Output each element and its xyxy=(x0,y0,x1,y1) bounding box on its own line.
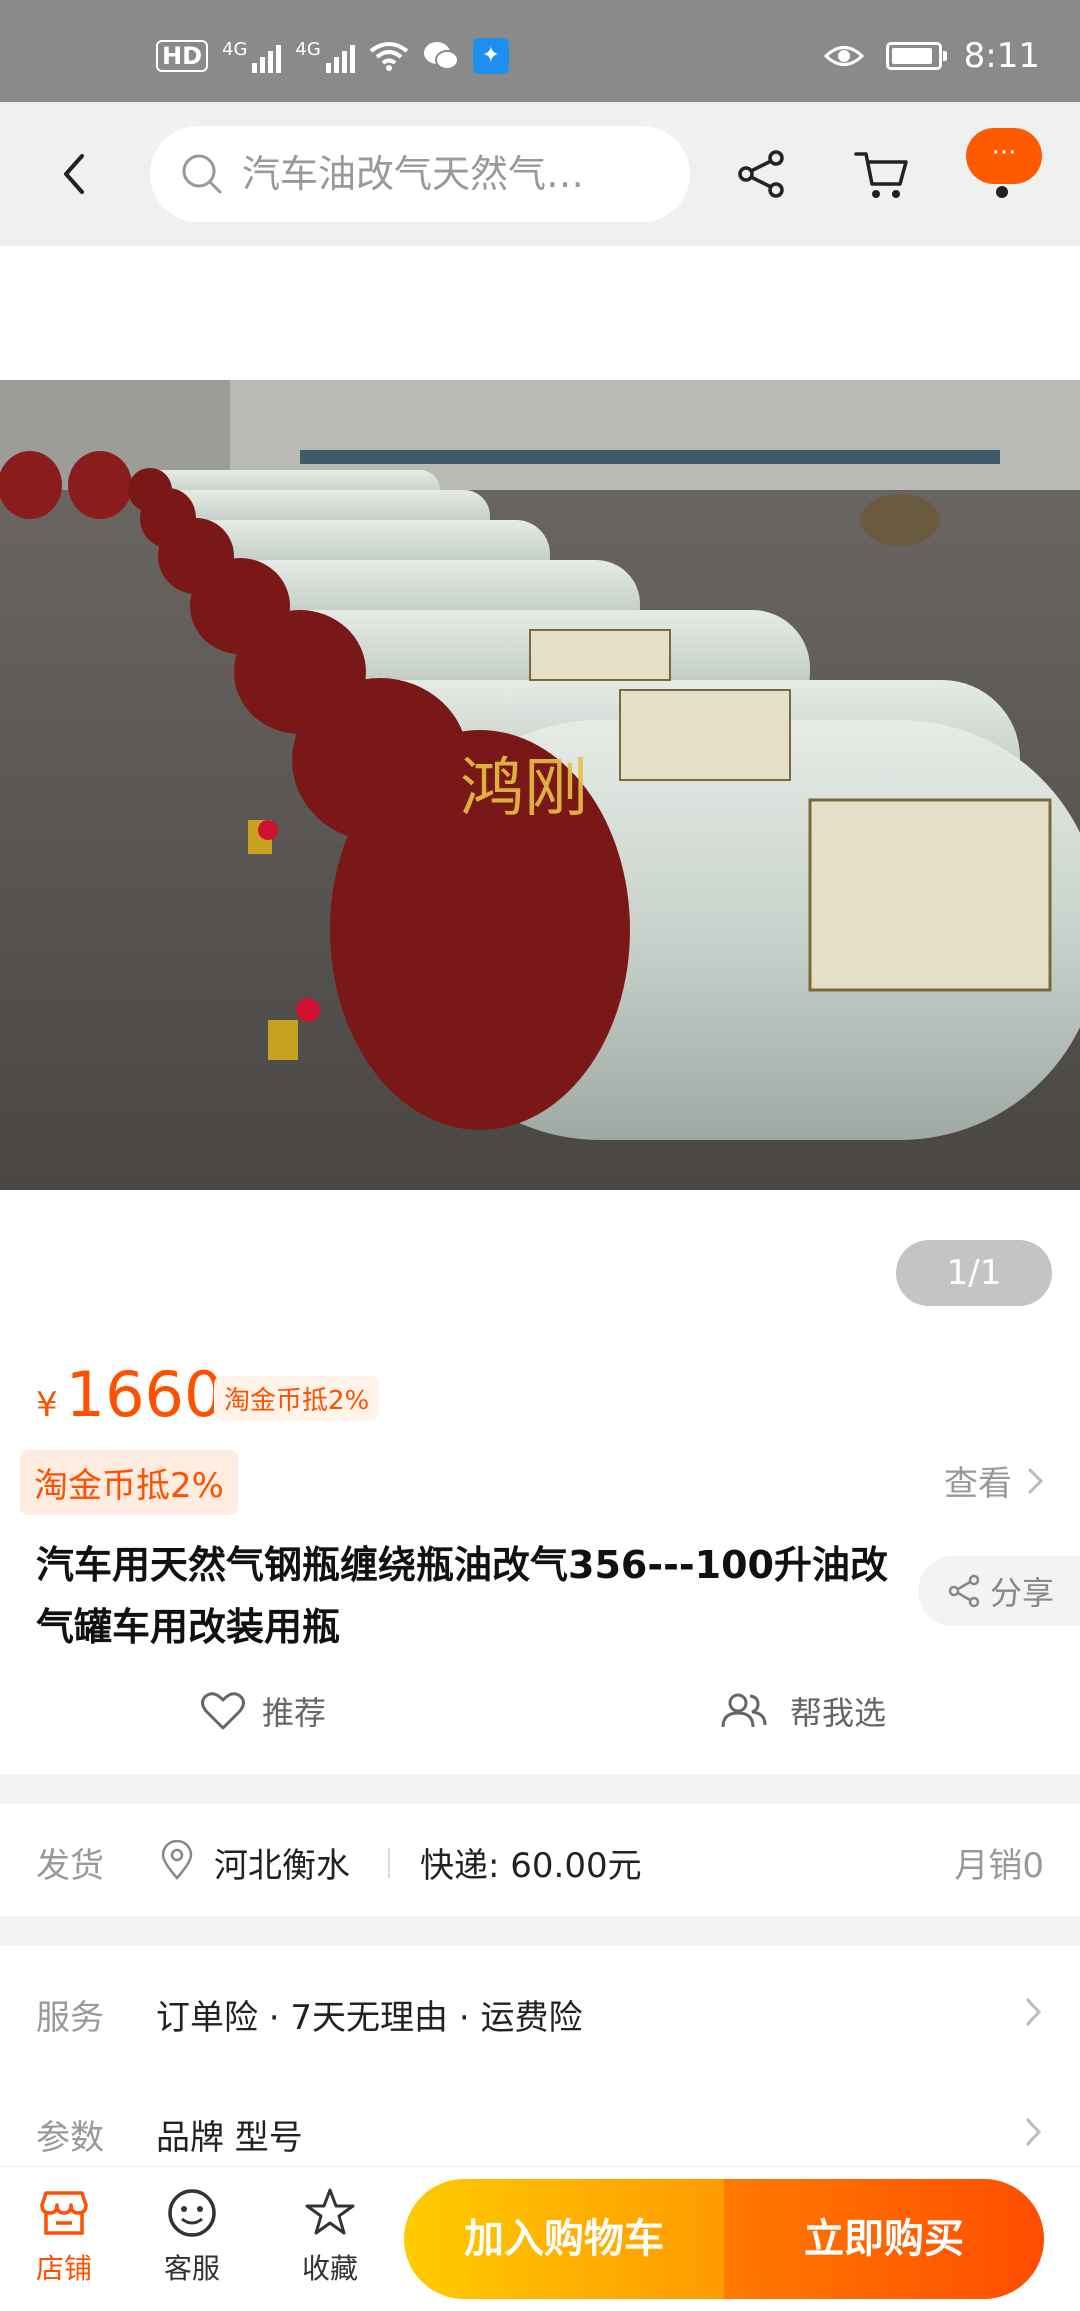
chat-face-icon xyxy=(168,2189,216,2237)
product-title: 汽车用天然气钢瓶缠绕瓶油改气356---100升油改气罐车用改装用瓶 xyxy=(36,1543,888,1649)
favorite-tab[interactable]: 收藏 xyxy=(280,2185,380,2287)
favorite-label: 收藏 xyxy=(301,2252,358,2285)
people-icon xyxy=(721,1693,767,1728)
monthly-sales: 月销0 xyxy=(954,1846,1044,1886)
clock: 8:11 xyxy=(963,36,1040,76)
shipping-row[interactable]: 发货 河北衡水 快递: 60.00元 月销0 xyxy=(0,1804,1080,1916)
chevron-right-icon xyxy=(1025,2117,1042,2147)
chevron-right-icon xyxy=(1025,1997,1042,2027)
status-bar: HD 4G 4G ✦ 8:11 xyxy=(0,0,1080,102)
divider xyxy=(388,1848,390,1878)
search-icon xyxy=(182,154,222,194)
shipping-label: 发货 xyxy=(36,1846,104,1886)
customer-service-label: 客服 xyxy=(163,2252,220,2285)
star-icon xyxy=(305,2188,355,2235)
product-photo[interactable]: 鸿刚 xyxy=(0,380,1080,1190)
top-nav-bar: 汽车油改气天然气… ··· xyxy=(0,102,1080,246)
store-icon xyxy=(40,2191,88,2235)
network-type-label-2: 4G xyxy=(295,39,321,60)
more-menu-button[interactable]: ··· xyxy=(966,128,1042,184)
watermark-text: 鸿刚 xyxy=(460,752,588,826)
price: ¥ 1660 xyxy=(36,1358,223,1431)
currency-symbol: ¥ xyxy=(36,1385,58,1425)
search-query-text: 汽车油改气天然气… xyxy=(242,152,585,196)
recommend-button[interactable]: 推荐 xyxy=(200,1688,326,1734)
params-value: 品牌 型号 xyxy=(156,2118,303,2158)
product-info: ¥ 1660 淘金币抵2% 淘金币抵2% 查看 汽车用天然气钢瓶缠绕瓶油改气35… xyxy=(0,1344,1080,1774)
share-label: 分享 xyxy=(990,1574,1055,1612)
coupon-badge[interactable]: 淘金币抵2% xyxy=(20,1450,238,1515)
service-row[interactable]: 服务 订单险 · 7天无理由 · 运费险 xyxy=(0,1966,1080,2066)
notification-dot xyxy=(996,186,1008,198)
ship-from-location: 河北衡水 xyxy=(214,1846,350,1886)
coupon-tag: 淘金币抵2% xyxy=(214,1376,380,1421)
price-value: 1660 xyxy=(65,1358,224,1431)
service-label: 服务 xyxy=(36,1998,104,2038)
location-pin-icon xyxy=(161,1840,193,1880)
share-icon-small xyxy=(948,1574,980,1608)
bulb-icon: ✦ xyxy=(472,38,509,74)
params-label: 参数 xyxy=(36,2118,104,2158)
help-choose-label: 帮我选 xyxy=(790,1694,887,1732)
battery-icon xyxy=(885,42,947,70)
wifi-icon xyxy=(369,42,409,71)
share-icon[interactable] xyxy=(734,146,790,202)
service-value: 订单险 · 7天无理由 · 运费险 xyxy=(156,1998,583,2038)
recommend-label: 推荐 xyxy=(262,1694,327,1732)
hd-badge: HD xyxy=(156,40,209,72)
share-button[interactable]: 分享 xyxy=(918,1556,1080,1626)
add-to-cart-button[interactable]: 加入购物车 xyxy=(404,2179,724,2299)
product-gallery[interactable]: 鸿刚 1/1 xyxy=(0,246,1080,1344)
view-more-link[interactable]: 查看 xyxy=(944,1456,1044,1505)
shipping-fee: 快递: 60.00元 xyxy=(420,1846,642,1886)
store-tab[interactable]: 店铺 xyxy=(14,2185,114,2287)
eye-icon xyxy=(823,46,864,66)
cart-icon[interactable] xyxy=(852,144,912,204)
buy-now-button[interactable]: 立即购买 xyxy=(724,2179,1044,2299)
back-icon[interactable] xyxy=(52,138,112,210)
chevron-right-icon xyxy=(1027,1467,1044,1494)
image-counter: 1/1 xyxy=(896,1240,1052,1306)
view-more-label: 查看 xyxy=(944,1464,1012,1504)
help-choose-button[interactable]: 帮我选 xyxy=(720,1688,886,1734)
heart-icon xyxy=(201,1692,245,1730)
bottom-action-bar: 店铺 客服 收藏 加入购物车 立即购买 xyxy=(0,2166,1080,2311)
wechat-icon xyxy=(423,42,459,70)
customer-service-tab[interactable]: 客服 xyxy=(142,2185,242,2287)
store-label: 店铺 xyxy=(35,2252,92,2285)
network-type-label: 4G xyxy=(222,39,248,60)
signal-icon-2: 4G xyxy=(295,39,355,73)
search-bar[interactable]: 汽车油改气天然气… xyxy=(150,126,690,222)
signal-icon: 4G xyxy=(222,39,282,73)
